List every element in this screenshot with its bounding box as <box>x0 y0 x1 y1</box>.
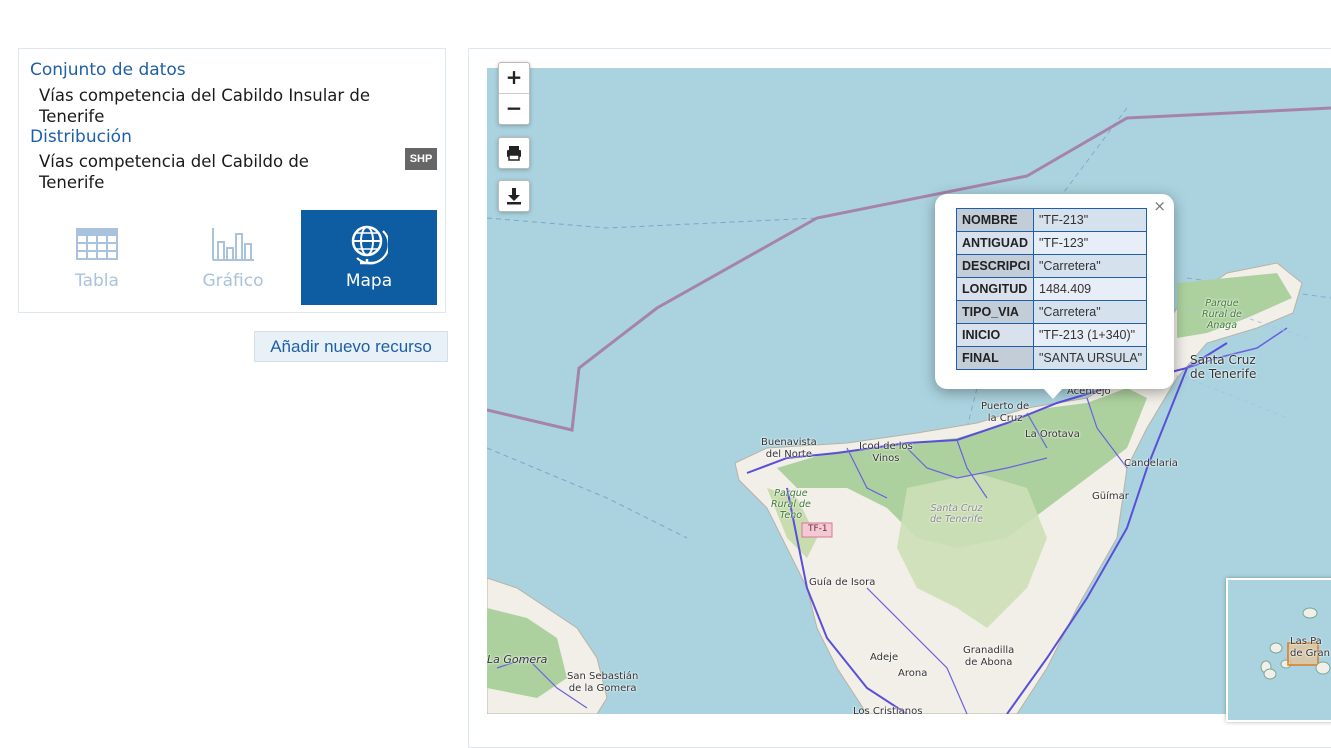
map-label-buenavista: Buenavista del Norte <box>761 437 817 461</box>
map-label-santa-cruz-prov-line1: Santa Cruz <box>930 503 983 514</box>
map-label-parque-anaga-line2: Rural de <box>1202 309 1242 320</box>
feature-popup: × NOMBRE "TF-213" ANTIGUAD "TF-123" DESCRI… <box>935 194 1174 389</box>
globe-icon <box>351 225 388 265</box>
map-label-granadilla-line1: Granadilla <box>963 645 1015 656</box>
attr-value: "SANTA URSULA" <box>1033 346 1147 370</box>
attr-key: NOMBRE <box>956 208 1034 232</box>
print-button[interactable] <box>498 137 530 169</box>
map-label-guia-isora: Guía de Isora <box>809 577 876 588</box>
attr-key: DESCRIPCI <box>956 254 1034 278</box>
overview-minimap[interactable]: Las Pa de Gran <box>1226 578 1331 722</box>
map-label-parque-teno-line3: Teno <box>779 510 803 521</box>
map-label-santa-cruz-line2: de Tenerife <box>1190 367 1257 381</box>
map-label-icod-line1: Icod de los <box>859 441 913 452</box>
attr-value: "Carretera" <box>1033 254 1147 278</box>
attr-key: FINAL <box>956 346 1034 370</box>
attr-value: "TF-213 (1+340)" <box>1033 323 1147 347</box>
feature-attributes-table: NOMBRE "TF-213" ANTIGUAD "TF-123" DESCRIPC… <box>956 208 1147 370</box>
bar-chart-icon <box>212 228 254 261</box>
table-row: DESCRIPCI "Carretera" <box>956 254 1147 278</box>
map-label-la-orotava: La Orotava <box>1025 429 1080 440</box>
popup-tip <box>1042 387 1064 399</box>
map-label-icod: Icod de los Vinos <box>859 441 913 465</box>
map-label-santa-cruz-line1: Santa Cruz <box>1190 353 1256 367</box>
map-label-tf1: TF-1 <box>808 524 828 534</box>
map-label-candelaria: Candelaria <box>1124 458 1178 469</box>
attr-value: "Carretera" <box>1033 300 1147 324</box>
view-table-button[interactable]: Tabla <box>29 210 165 305</box>
map-label-parque-teno-line2: Rural de <box>771 499 811 510</box>
close-icon[interactable]: × <box>1153 197 1166 215</box>
table-row: FINAL "SANTA URSULA" <box>956 346 1147 370</box>
minimap-label-line2: de Gran <box>1290 648 1331 659</box>
format-badge: SHP <box>405 148 437 170</box>
attr-key: ANTIGUAD <box>956 231 1034 255</box>
minimap-label-line1: Las Pa <box>1290 636 1322 647</box>
map-label-los-cristianos: Los Cristianos <box>853 706 923 714</box>
dataset-info-panel: Conjunto de datos Vías competencia del C… <box>18 48 446 313</box>
table-row: NOMBRE "TF-213" <box>956 208 1147 232</box>
zoom-control: + − <box>498 62 530 125</box>
printer-icon <box>507 146 521 161</box>
map-label-buenavista-line2: del Norte <box>765 449 813 460</box>
map-label-santa-cruz: Santa Cruz de Tenerife <box>1190 353 1256 381</box>
map-label-la-gomera: La Gomera <box>487 653 548 666</box>
map-label-adeje: Adeje <box>870 652 899 663</box>
distribution-title[interactable]: Vías competencia del Cabildo de Tenerife <box>39 151 309 193</box>
dataset-title-line2: Tenerife <box>39 107 105 126</box>
map-label-puerto-cruz-line1: Puerto de <box>981 401 1030 412</box>
view-chart-button[interactable]: Gráfico <box>165 210 301 305</box>
dataset-title[interactable]: Vías competencia del Cabildo Insular de … <box>39 85 370 127</box>
map-tiles <box>487 106 1331 714</box>
table-row: TIPO_VIA "Carretera" <box>956 300 1147 324</box>
attr-key: LONGITUD <box>956 277 1034 301</box>
attr-value: "TF-123" <box>1033 231 1147 255</box>
view-table-label: Tabla <box>75 271 119 291</box>
map-label-guimar: Güímar <box>1092 491 1129 502</box>
zoom-in-button[interactable]: + <box>499 63 529 93</box>
download-button[interactable] <box>498 180 530 212</box>
dataset-label: Conjunto de datos <box>30 60 186 80</box>
map-label-parque-anaga-line3: Anaga <box>1206 320 1238 331</box>
attr-key: TIPO_VIA <box>956 300 1034 324</box>
map-label-puerto-cruz: Puerto de la Cruz <box>981 401 1029 425</box>
map-canvas[interactable]: Santa Cruz de Tenerife Parque Rural de A… <box>487 68 1331 714</box>
map-label-parque-anaga: Parque Rural de Anaga <box>1202 298 1242 331</box>
map-label-santa-cruz-prov-line2: de Tenerife <box>930 514 983 525</box>
map-label-santa-cruz-prov: Santa Cruz de Tenerife <box>930 503 983 525</box>
map-label-granadilla: Granadilla de Abona <box>963 645 1014 669</box>
dataset-title-line1: Vías competencia del Cabildo Insular de <box>39 86 371 105</box>
minimap-label: Las Pa de Gran <box>1290 636 1330 660</box>
map-label-icod-line2: Vinos <box>872 453 900 464</box>
attr-value: 1484.409 <box>1033 277 1147 301</box>
map-label-puerto-cruz-line2: la Cruz <box>987 413 1023 424</box>
map-label-arona: Arona <box>898 668 928 679</box>
table-row: INICIO "TF-213 (1+340)" <box>956 323 1147 347</box>
map-label-granadilla-line2: de Abona <box>964 657 1013 668</box>
download-icon <box>507 188 521 205</box>
map-label-san-sebastian-line2: de la Gomera <box>568 683 637 694</box>
attr-key: INICIO <box>956 323 1034 347</box>
add-resource-button[interactable]: Añadir nuevo recurso <box>254 331 448 362</box>
map-label-buenavista-line1: Buenavista <box>761 437 817 448</box>
distribution-label: Distribución <box>30 127 132 147</box>
distribution-title-line2: Tenerife <box>39 173 105 192</box>
view-chart-label: Gráfico <box>202 271 264 291</box>
distribution-title-line1: Vías competencia del Cabildo de <box>39 152 309 171</box>
map-label-san-sebastian-line1: San Sebastián <box>567 671 639 682</box>
attr-value: "TF-213" <box>1033 208 1147 232</box>
zoom-out-button[interactable]: − <box>499 93 529 124</box>
table-row: ANTIGUAD "TF-123" <box>956 231 1147 255</box>
table-row: LONGITUD 1484.409 <box>956 277 1147 301</box>
map-label-parque-teno: Parque Rural de Teno <box>771 488 811 521</box>
table-icon <box>76 228 118 260</box>
view-map-button[interactable]: Mapa <box>301 210 437 305</box>
map-label-san-sebastian: San Sebastián de la Gomera <box>567 671 638 695</box>
map-label-parque-anaga-line1: Parque <box>1205 298 1239 309</box>
view-map-label: Mapa <box>345 271 393 291</box>
map-label-parque-teno-line1: Parque <box>774 488 808 499</box>
